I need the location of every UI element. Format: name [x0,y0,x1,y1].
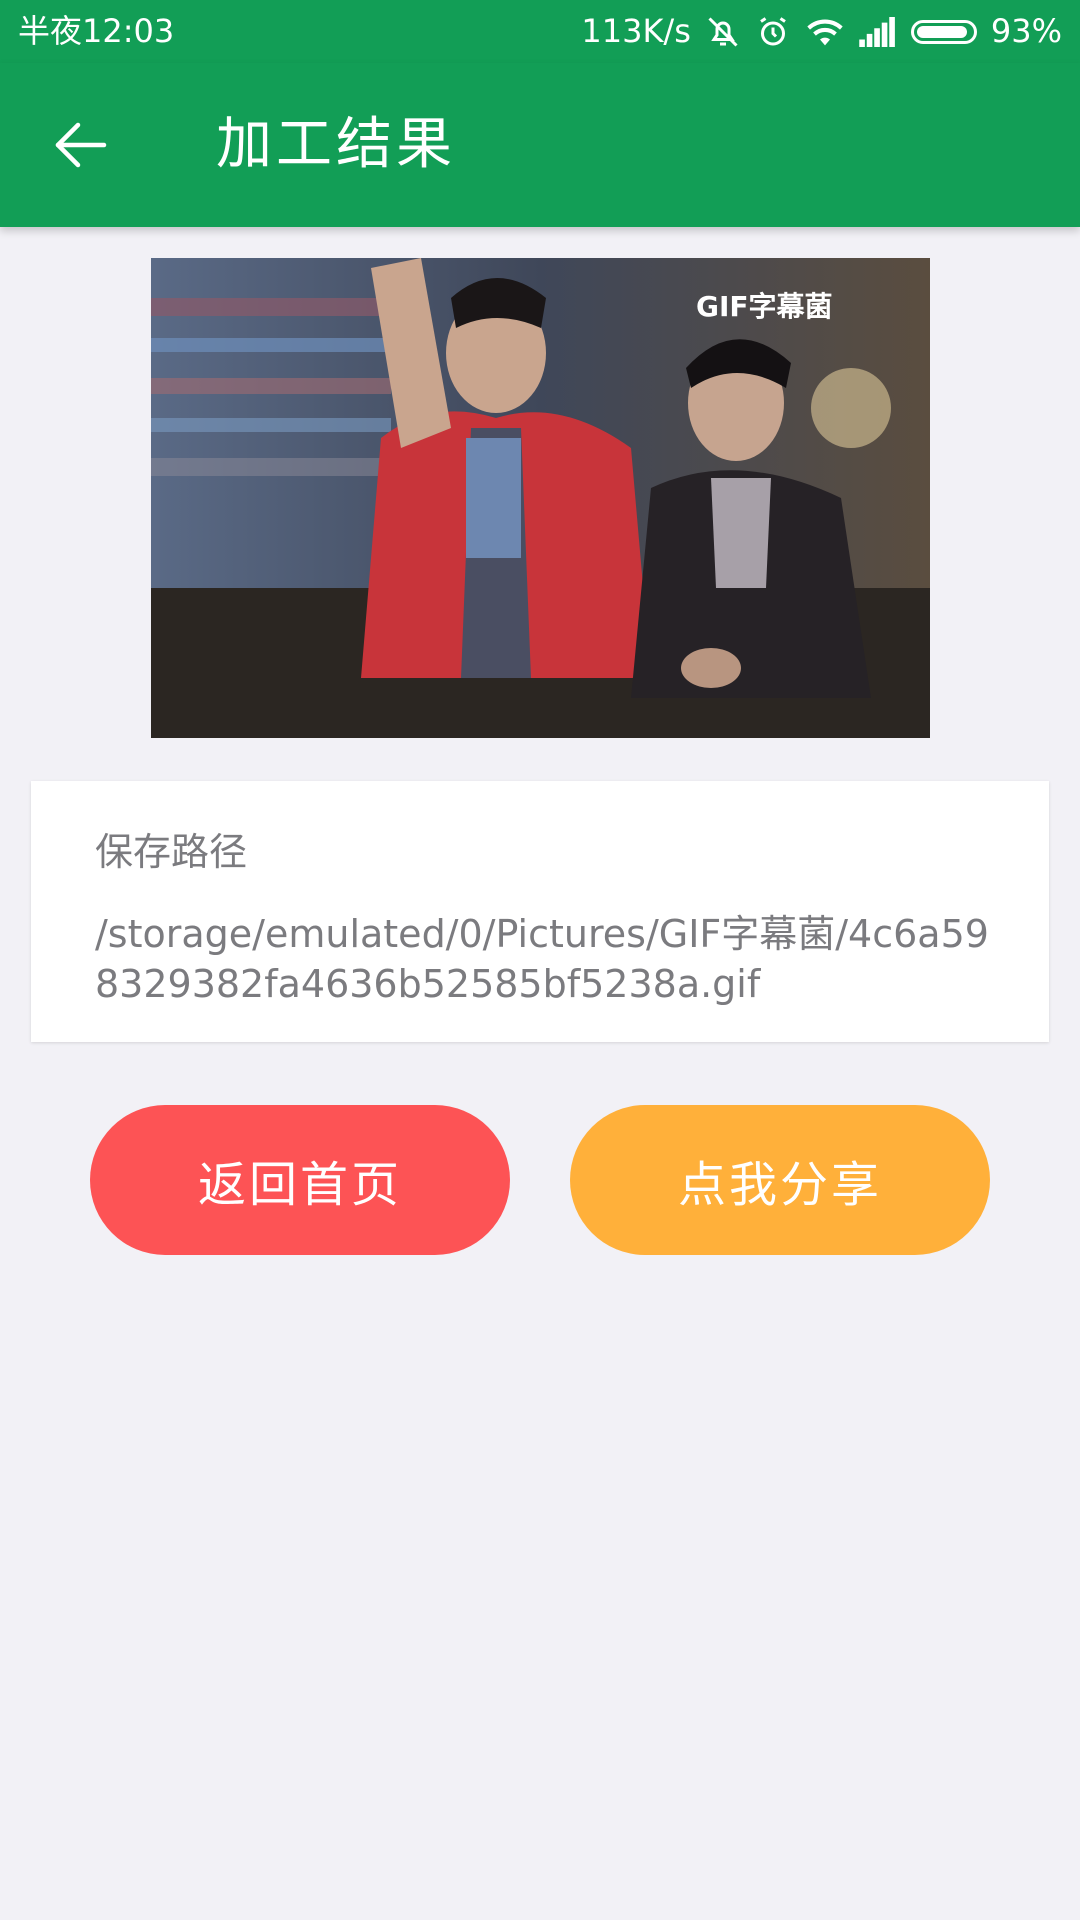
save-path-value: /storage/emulated/0/Pictures/GIF字幕菌/4c6a… [95,912,989,1006]
network-speed: 113K/s [581,12,691,50]
signal-icon [859,12,897,52]
preview-image: GIF字幕菌 [151,258,930,738]
battery-level [910,19,977,44]
back-arrow-icon [55,122,107,168]
battery-percent: 93% [990,12,1062,50]
app-bar: 加工结果 [0,63,1080,227]
wifi-icon [805,12,845,52]
back-button[interactable] [40,105,120,185]
save-path-label: 保存路径 [95,830,248,874]
alarm-icon [755,12,791,52]
share-button[interactable]: 点我分享 [570,1105,990,1255]
save-path-card: 保存路径 /storage/emulated/0/Pictures/GIF字幕菌… [31,781,1049,1042]
return-home-button[interactable]: 返回首页 [90,1105,510,1255]
page-title: 加工结果 [216,112,456,177]
battery-icon [910,12,977,52]
status-bar: 半夜12:03 113K/s 93% [0,0,1080,63]
status-time: 半夜12:03 [18,12,175,50]
mute-icon [705,12,741,52]
preview-watermark: GIF字幕菌 [696,290,833,323]
status-icons: 113K/s 93% [581,0,1062,63]
gif-preview: GIF字幕菌 [151,258,930,738]
